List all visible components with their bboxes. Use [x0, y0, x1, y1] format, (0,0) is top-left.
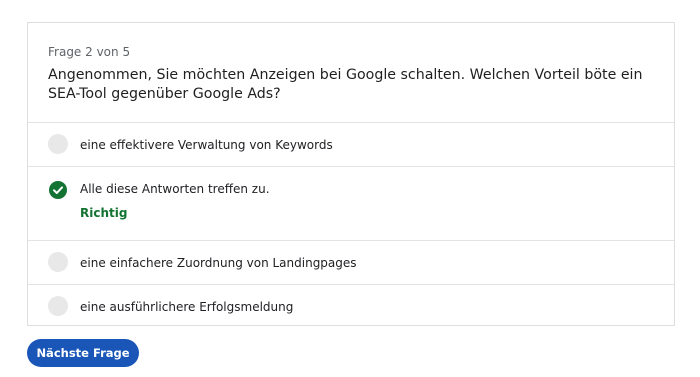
- next-question-button[interactable]: Nächste Frage: [27, 339, 139, 367]
- question-counter: Frage 2 von 5: [48, 45, 131, 59]
- radio-empty-icon[interactable]: [48, 134, 68, 154]
- question-text: Angenommen, Sie möchten Anzeigen bei Goo…: [48, 67, 643, 102]
- answer-label: eine effektivere Verwaltung von Keywords: [80, 138, 333, 152]
- answer-option-erfolgsmeldung[interactable]: eine ausführlichere Erfolgsmeldung: [28, 285, 674, 327]
- answer-option-landingpages[interactable]: eine einfachere Zuordnung von Landingpag…: [28, 241, 674, 285]
- question-header: Frage 2 von 5 Angenommen, Sie möchten An…: [28, 23, 674, 123]
- radio-empty-icon[interactable]: [48, 252, 68, 272]
- question-card: Frage 2 von 5 Angenommen, Sie möchten An…: [27, 22, 675, 326]
- radio-empty-icon[interactable]: [48, 296, 68, 316]
- checkmark-circle-icon: [49, 181, 67, 199]
- answer-option-all-correct[interactable]: Alle diese Antworten treffen zu. Richtig: [28, 167, 674, 241]
- correct-feedback: Richtig: [80, 206, 128, 220]
- answer-label: eine ausführlichere Erfolgsmeldung: [80, 300, 294, 314]
- answer-label: eine einfachere Zuordnung von Landingpag…: [80, 256, 357, 270]
- answer-label: Alle diese Antworten treffen zu.: [80, 182, 270, 196]
- answer-option-keywords[interactable]: eine effektivere Verwaltung von Keywords: [28, 123, 674, 167]
